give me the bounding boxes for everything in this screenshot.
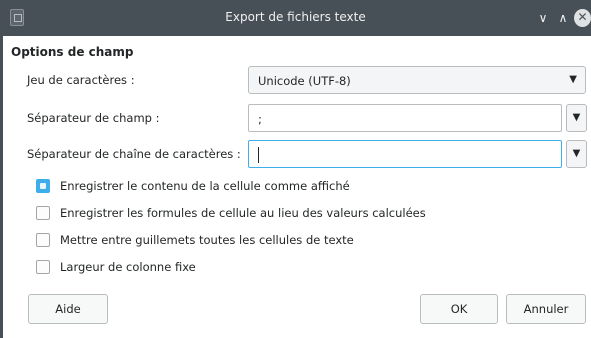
section-title: Options de champ bbox=[11, 45, 134, 59]
checkbox-save-formulas[interactable] bbox=[36, 206, 50, 220]
option-label: Largeur de colonne fixe bbox=[60, 260, 196, 274]
ok-button[interactable]: OK bbox=[420, 294, 498, 324]
minimize-icon[interactable]: ∨ bbox=[534, 9, 552, 27]
field-separator-input[interactable]: ; bbox=[248, 104, 562, 132]
close-icon[interactable]: ✕ bbox=[574, 9, 591, 27]
charset-label: Jeu de caractères : bbox=[27, 73, 135, 87]
charset-select[interactable]: Unicode (UTF-8) ▼ bbox=[248, 66, 586, 94]
option-label: Enregistrer le contenu de la cellule com… bbox=[60, 179, 350, 193]
string-separator-dropdown-button[interactable]: ▼ bbox=[566, 140, 587, 168]
field-separator-label: Séparateur de champ : bbox=[27, 111, 160, 125]
string-separator-input[interactable] bbox=[248, 140, 562, 168]
option-label: Mettre entre guillemets toutes les cellu… bbox=[60, 233, 354, 247]
maximize-icon[interactable]: ∧ bbox=[554, 9, 572, 27]
cancel-button[interactable]: Annuler bbox=[506, 294, 586, 324]
help-button[interactable]: Aide bbox=[28, 294, 108, 324]
text-caret bbox=[258, 147, 259, 163]
window-titlebar[interactable]: Export de fichiers texte ∨ ∧ ✕ bbox=[0, 0, 591, 36]
window-title: Export de fichiers texte bbox=[225, 10, 366, 24]
field-separator-value: ; bbox=[258, 112, 262, 126]
charset-value: Unicode (UTF-8) bbox=[258, 74, 351, 88]
window-border bbox=[0, 36, 3, 338]
checkbox-save-as-shown[interactable] bbox=[36, 179, 50, 193]
chevron-down-icon: ▼ bbox=[572, 112, 581, 123]
chevron-down-icon: ▼ bbox=[572, 148, 581, 159]
field-separator-dropdown-button[interactable]: ▼ bbox=[566, 104, 587, 132]
option-label: Enregistrer les formules de cellule au l… bbox=[60, 206, 426, 220]
checkbox-fixed-column-width[interactable] bbox=[36, 260, 50, 274]
chevron-down-icon: ▼ bbox=[569, 74, 577, 85]
string-separator-label: Séparateur de chaîne de caractères : bbox=[27, 147, 241, 161]
checkbox-quote-text-cells[interactable] bbox=[36, 233, 50, 247]
